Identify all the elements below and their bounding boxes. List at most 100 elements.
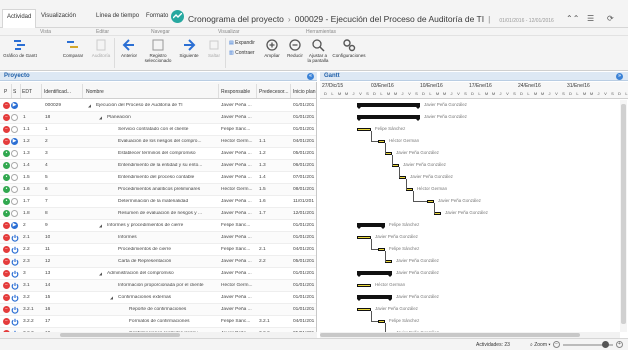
gantt-task-bar[interactable] [427, 200, 434, 203]
table-row[interactable]: − 1 18 Javier Peña ... 01/01/201 ◢ Planeación [0, 112, 316, 124]
gantt-task-bar[interactable] [399, 176, 406, 179]
compare-button[interactable]: Comparar [59, 38, 87, 58]
column-header-responsable[interactable]: Responsable [221, 89, 250, 95]
gantt-task-bar[interactable] [357, 308, 371, 311]
table-row[interactable]: − 3.2.1 16 Javier Peña ... 01/01/201 Reporte … [0, 304, 316, 316]
scroll-thumb[interactable] [320, 333, 580, 337]
collapse-panel-icon[interactable]: « [307, 73, 314, 80]
gantt-summary-bar[interactable] [357, 115, 420, 121]
table-row[interactable]: • 1.5 5 Javier Peña ... 1.4 07/01/201 Entendim… [0, 172, 316, 184]
expand-toggle-icon[interactable]: ◢ [99, 115, 102, 120]
table-row[interactable]: − 2.3 12 Javier Peña ... 2.2 05/01/201 Carta d… [0, 256, 316, 268]
table-row[interactable]: • 1.6 6 Héctor Germ... 1.5 08/01/201 Procedimi… [0, 184, 316, 196]
tab-actividad[interactable]: Actividad [2, 9, 37, 28]
fit-screen-button[interactable]: Ajustar a la pantalla [307, 38, 329, 63]
gantt-task-bar[interactable] [357, 128, 371, 131]
zoom-dropdown[interactable]: ⌕ Zoom ▾ [530, 342, 550, 348]
gantt-resource-label: Felipe Sánchez [389, 318, 420, 323]
vertical-scrollbar[interactable] [620, 100, 627, 332]
table-row[interactable]: − 3.1 14 Héctor Germ... 01/01/201 Información… [0, 280, 316, 292]
table-row[interactable]: − ▶ 1.2 2 Héctor Germ... 1.1 04/01/201 Evaluaci… [0, 136, 316, 148]
cell-inicio: 07/01/201 [293, 175, 315, 180]
tab-formato[interactable]: Formato [146, 13, 168, 19]
gantt-task-bar[interactable] [434, 212, 441, 215]
scroll-thumb[interactable] [60, 333, 180, 337]
priority-normal-icon: • [3, 174, 10, 181]
gantt-summary-bar[interactable] [357, 103, 420, 109]
gantt-dependency-line [406, 179, 407, 189]
ribbon-separator [225, 38, 226, 68]
table-row[interactable]: − 2.2 11 Felipe Sánc... 2.1 04/01/201 Procedim… [0, 244, 316, 256]
menu-icon[interactable]: ☰ [587, 14, 594, 23]
gantt-day-label: L [478, 91, 481, 96]
table-row[interactable]: • 1.3 3 Javier Peña ... 1.2 05/01/201 Establec… [0, 148, 316, 160]
table-row[interactable]: • 1.4 4 Javier Peña ... 1.3 06/01/201 Entendim… [0, 160, 316, 172]
power-icon [11, 246, 19, 254]
table-row[interactable]: • 1.8 8 Javier Peña ... 1.7 12/01/201 Resumen … [0, 208, 316, 220]
gantt-resource-label: Javier Peña González [445, 210, 488, 215]
audit-button[interactable]: Auditoría [90, 38, 112, 58]
column-header-predecesor[interactable]: Predecesor... [259, 89, 289, 95]
zoom-minus-button[interactable]: − [553, 341, 560, 348]
expand-toggle-icon[interactable]: ◢ [88, 103, 91, 108]
table-row[interactable]: − 2.1 10 Javier Peña ... 01/01/201 Informes [0, 232, 316, 244]
gantt-chart-button[interactable]: Gráfico de Gantt [3, 38, 37, 58]
table-row[interactable]: − 3 13 Javier Peña ... 01/01/201 ◢ Administrac… [0, 268, 316, 280]
collapse-ribbon-icon[interactable]: ⌃⌃ [566, 14, 579, 23]
column-header-id[interactable]: Identificad... [44, 89, 80, 95]
expand-icon: ▤ [229, 40, 234, 46]
tab-linea-de-tiempo[interactable]: Línea de tiempo [96, 13, 139, 19]
gantt-task-bar[interactable] [406, 188, 413, 191]
zoom-in-button[interactable]: Ampliar [262, 38, 282, 58]
table-row[interactable]: − 3.2 15 Javier Peña ... 01/01/201 ◢ Confirmac… [0, 292, 316, 304]
gantt-resource-label: Javier Peña González [438, 198, 481, 203]
collapse-button[interactable]: ▥ Contraer [229, 50, 255, 56]
table-row[interactable]: − ▶ 000029 Javier Peña ... 01/01/201 ◢ Ejecuci… [0, 100, 316, 112]
gantt-task-bar[interactable] [385, 260, 392, 263]
zoom-out-button[interactable]: Reducir [285, 38, 305, 58]
expand-toggle-icon[interactable]: ◢ [99, 223, 102, 228]
gantt-task-bar[interactable] [378, 140, 385, 143]
table-row[interactable]: − 1.1 1 Felipe Sánc... 01/01/201 Servicio con… [0, 124, 316, 136]
expand-panel-icon[interactable]: » [616, 73, 623, 80]
column-header-s[interactable]: S [13, 89, 16, 95]
settings-button[interactable]: Configuraciones [332, 38, 366, 58]
next-button[interactable]: Siguiente [176, 38, 202, 58]
refresh-icon[interactable]: ⟳ [607, 14, 614, 23]
gantt-task-bar[interactable] [357, 236, 371, 239]
column-header-inicio[interactable]: Inicio plan [293, 89, 316, 95]
cell-responsable: Javier Peña ... [221, 151, 252, 156]
status-active-icon: ▶ [11, 138, 18, 145]
zoom-slider-knob[interactable] [602, 341, 609, 348]
gantt-task-bar[interactable] [392, 164, 399, 167]
table-row[interactable]: − ▶ 2 9 Felipe Sánc... 01/01/201 ◢ Informes y p… [0, 220, 316, 232]
table-row[interactable]: • 1.7 7 Javier Peña ... 1.6 11/01/201 Determin… [0, 196, 316, 208]
expand-button[interactable]: ▤ Expandir [229, 40, 255, 46]
column-header-nombre[interactable]: Nombre [86, 89, 104, 95]
zoom-plus-button[interactable]: + [616, 341, 623, 348]
goto-button[interactable]: Saltar [205, 38, 223, 58]
expand-toggle-icon[interactable]: ◢ [99, 271, 102, 276]
gantt-summary-bar[interactable] [357, 295, 392, 301]
tab-visualizacion[interactable]: Visualización [41, 13, 76, 19]
gantt-summary-bar[interactable] [357, 223, 385, 229]
gantt-dependency-line [399, 167, 400, 177]
gantt-task-bar[interactable] [378, 248, 385, 251]
status-pending-icon [11, 186, 18, 193]
expand-toggle-icon[interactable]: ◢ [110, 295, 113, 300]
zoom-slider[interactable] [563, 341, 613, 348]
gantt-task-bar[interactable] [357, 284, 371, 287]
power-icon [11, 318, 19, 326]
gantt-task-bar[interactable] [378, 320, 385, 323]
gantt-task-bar[interactable] [385, 152, 392, 155]
gantt-summary-bar[interactable] [357, 271, 392, 277]
selected-record-button[interactable]: Registro seleccionado [141, 38, 175, 63]
gantt-dependency-line [434, 203, 435, 213]
column-header-edt[interactable]: EDT [22, 89, 32, 95]
column-header-p[interactable]: P [4, 89, 7, 95]
app-name: Cronograma del proyecto [188, 14, 284, 24]
previous-button[interactable]: Anterior [118, 38, 140, 58]
gantt-day-label: S [611, 91, 614, 96]
table-row[interactable]: − 3.2.2 17 Felipe Sánc... 3.2.1 04/01/201 Form… [0, 316, 316, 328]
scroll-thumb[interactable] [621, 104, 626, 324]
